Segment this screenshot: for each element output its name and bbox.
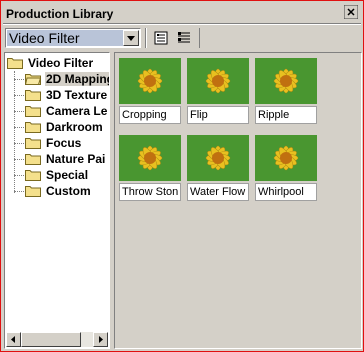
flower-thumbnail-image — [255, 135, 317, 181]
folder-icon — [25, 170, 41, 181]
folder-icon — [25, 122, 41, 133]
folder-icon — [25, 154, 41, 165]
close-icon[interactable] — [344, 5, 358, 19]
thumbnail-label: Water Flow — [187, 183, 249, 201]
filter-thumbnail-ripple[interactable]: Ripple — [255, 58, 317, 128]
folder-icon — [25, 106, 41, 117]
scroll-thumb[interactable] — [21, 332, 81, 347]
production-library-window: Production Library Video Filter Video Fi… — [0, 0, 364, 352]
thumbnail-label: Cropping — [119, 106, 181, 124]
details-view-icon[interactable] — [153, 30, 171, 46]
thumbnail-label: Throw Ston — [119, 183, 181, 201]
folder-open-icon — [7, 58, 23, 69]
thumbnail-label: Flip — [187, 106, 249, 124]
folder-open-icon — [25, 74, 41, 85]
flower-thumbnail-image — [187, 135, 249, 181]
flower-thumbnail-image — [255, 58, 317, 104]
filter-thumbnail-flip[interactable]: Flip — [187, 58, 249, 128]
category-tree[interactable]: Video Filter 2D Mapping 3D Texture Camer… — [4, 52, 110, 349]
folder-icon — [25, 186, 41, 197]
filter-thumbnail-grid: Cropping Flip Ripple Throw Ston Water Fl… — [114, 52, 362, 349]
scroll-left-button[interactable] — [6, 332, 21, 347]
flower-thumbnail-image — [119, 135, 181, 181]
filter-thumbnail-cropping[interactable]: Cropping — [119, 58, 181, 128]
flower-thumbnail-image — [119, 58, 181, 104]
category-dropdown-value: Video Filter — [9, 30, 80, 46]
list-view-icon[interactable] — [176, 30, 194, 46]
thumbnail-label: Ripple — [255, 106, 317, 124]
window-title: Production Library — [6, 7, 114, 21]
folder-icon — [25, 138, 41, 149]
dropdown-button[interactable] — [123, 30, 139, 46]
folder-icon — [25, 90, 41, 101]
filter-thumbnail-whirlpool[interactable]: Whirlpool — [255, 135, 317, 205]
filter-thumbnail-water-flow[interactable]: Water Flow — [187, 135, 249, 205]
scroll-right-button[interactable] — [93, 332, 108, 347]
tree-horizontal-scrollbar[interactable] — [6, 332, 108, 347]
thumbnail-label: Whirlpool — [255, 183, 317, 201]
filter-thumbnail-throw-stone[interactable]: Throw Ston — [119, 135, 181, 205]
flower-thumbnail-image — [187, 58, 249, 104]
title-bar: Production Library — [3, 3, 361, 23]
category-dropdown[interactable]: Video Filter — [5, 28, 141, 48]
chevron-down-icon — [127, 36, 135, 41]
arrow-right-icon — [99, 336, 103, 343]
arrow-left-icon — [11, 336, 15, 343]
